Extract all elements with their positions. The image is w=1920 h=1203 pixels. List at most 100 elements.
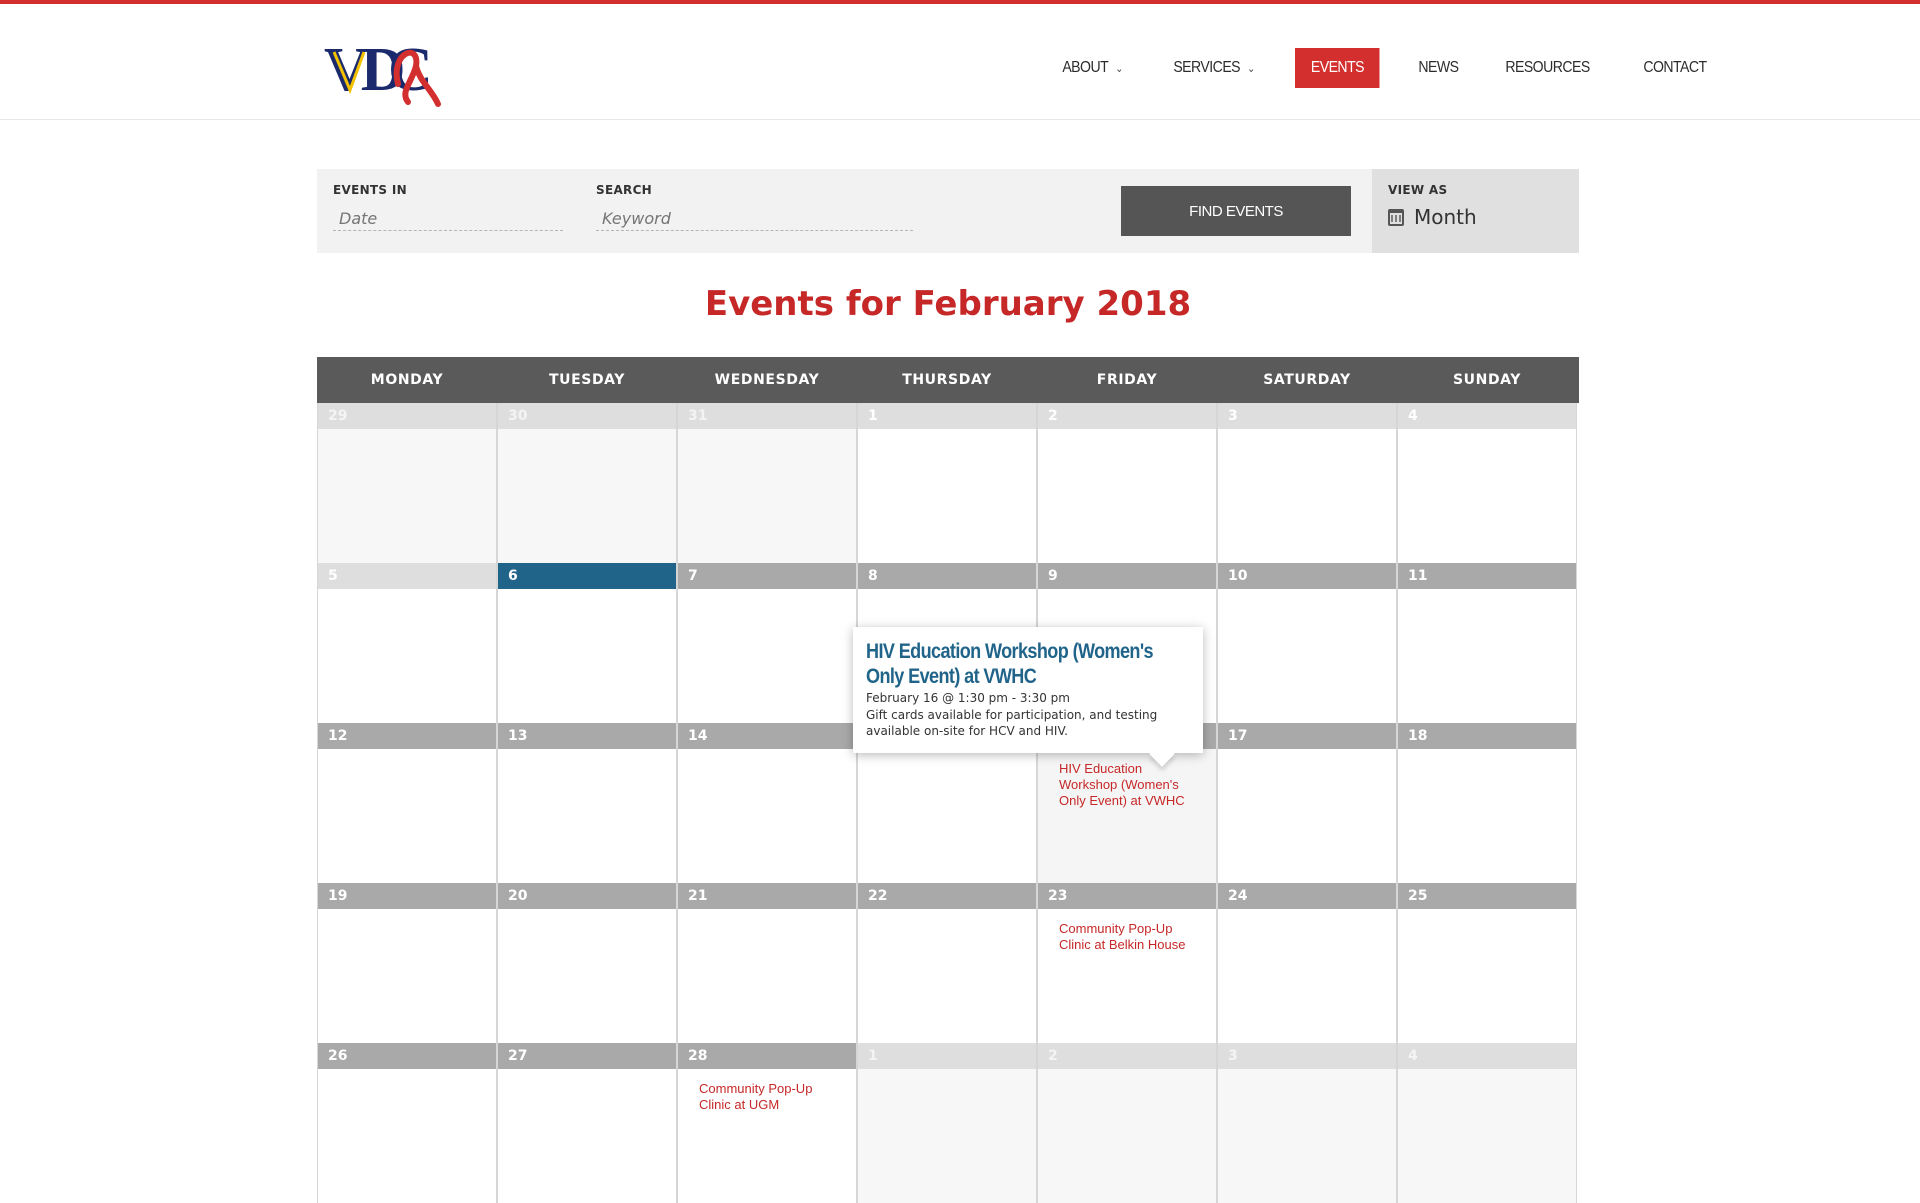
calendar-week-row: 19 20 21 22 23 Community Pop-Up Clinic at Bel… bbox=[317, 883, 1579, 1043]
calendar-day-cell[interactable]: 1 bbox=[857, 1043, 1037, 1203]
calendar-day-cell[interactable]: 13 bbox=[497, 723, 677, 883]
event-link[interactable]: Community Pop-Up Clinic at UGM bbox=[699, 1081, 836, 1113]
tooltip-event-description: Gift cards available for participation, … bbox=[866, 708, 1158, 738]
weekday-header: THURSDAY bbox=[902, 372, 992, 388]
calendar-day-cell[interactable]: 11 bbox=[1397, 563, 1577, 723]
calendar-day-cell[interactable]: 29 bbox=[317, 403, 497, 563]
day-number: 27 bbox=[498, 1043, 676, 1069]
day-number: 25 bbox=[1398, 883, 1576, 909]
calendar-day-cell[interactable]: 19 bbox=[317, 883, 497, 1043]
calendar-day-cell[interactable]: 7 bbox=[677, 563, 857, 723]
weekday-header: MONDAY bbox=[370, 372, 444, 388]
calendar-day-cell[interactable]: 31 bbox=[677, 403, 857, 563]
nav-item-events[interactable]: EVENTS bbox=[1295, 48, 1381, 88]
calendar-day-cell[interactable]: 1 bbox=[857, 403, 1037, 563]
calendar-day-cell[interactable]: 2 bbox=[1037, 1043, 1217, 1203]
tooltip-event-datetime: February 16 @ 1:30 pm - 3:30 pm bbox=[866, 691, 1070, 705]
weekday-header: WEDNESDAY bbox=[714, 372, 820, 388]
day-number: 22 bbox=[858, 883, 1036, 909]
nav-item-label: SERVICES bbox=[1173, 59, 1240, 76]
calendar-icon bbox=[1388, 208, 1404, 226]
day-number: 5 bbox=[318, 563, 496, 589]
day-number: 30 bbox=[498, 403, 676, 429]
nav-item-label: NEWS bbox=[1417, 59, 1459, 76]
site-logo[interactable]: VD C bbox=[320, 32, 450, 107]
weekday-header-row: MONDAY TUESDAY WEDNESDAY THURSDAY FRIDAY SATU… bbox=[317, 357, 1579, 403]
day-number: 26 bbox=[318, 1043, 496, 1069]
day-number: 21 bbox=[678, 883, 856, 909]
day-number: 3 bbox=[1218, 403, 1396, 429]
day-number: 20 bbox=[498, 883, 676, 909]
calendar-day-cell[interactable]: 27 bbox=[497, 1043, 677, 1203]
weekday-header: SATURDAY bbox=[1263, 372, 1351, 388]
calendar-day-cell[interactable]: 28 Community Pop-Up Clinic at UGM bbox=[677, 1043, 857, 1203]
nav-item-about[interactable]: ABOUT ⌄ bbox=[1050, 48, 1135, 88]
calendar-day-cell[interactable]: 4 bbox=[1397, 1043, 1577, 1203]
day-number: 6 bbox=[498, 563, 676, 589]
calendar-day-cell[interactable]: 23 Community Pop-Up Clinic at Belkin Hous… bbox=[1037, 883, 1217, 1043]
calendar-day-cell[interactable]: 12 bbox=[317, 723, 497, 883]
nav-item-resources[interactable]: RESOURCES bbox=[1493, 48, 1602, 88]
date-input[interactable] bbox=[333, 207, 563, 231]
nav-item-news[interactable]: NEWS bbox=[1406, 48, 1471, 88]
day-number: 1 bbox=[858, 403, 1036, 429]
find-events-button[interactable]: FIND EVENTS bbox=[1121, 186, 1351, 236]
calendar-day-cell[interactable]: 5 bbox=[317, 563, 497, 723]
nav-item-label: CONTACT bbox=[1643, 59, 1708, 76]
calendar-day-cell[interactable]: 18 bbox=[1397, 723, 1577, 883]
nav-item-services[interactable]: SERVICES ⌄ bbox=[1161, 48, 1267, 88]
keyword-filter: SEARCH bbox=[596, 183, 913, 231]
page-title: Events for February 2018 bbox=[704, 284, 1192, 324]
events-in-label: EVENTS IN bbox=[333, 183, 407, 197]
calendar-day-cell[interactable]: 21 bbox=[677, 883, 857, 1043]
day-number: 2 bbox=[1038, 1043, 1216, 1069]
weekday-header: SUNDAY bbox=[1452, 372, 1522, 388]
site-header: VD C ABOUT ⌄ SERVICES ⌄ EVENTS NEWS RESOURCES C… bbox=[0, 4, 1920, 120]
calendar-day-cell[interactable]: 24 bbox=[1217, 883, 1397, 1043]
day-number: 23 bbox=[1038, 883, 1216, 909]
day-number: 7 bbox=[678, 563, 856, 589]
calendar-day-cell[interactable]: 10 bbox=[1217, 563, 1397, 723]
calendar-day-cell[interactable]: 4 bbox=[1397, 403, 1577, 563]
day-number: 1 bbox=[858, 1043, 1036, 1069]
chevron-down-icon: ⌄ bbox=[1246, 62, 1255, 75]
event-link[interactable]: Community Pop-Up Clinic at Belkin House bbox=[1059, 921, 1196, 953]
nav-item-label: EVENTS bbox=[1311, 59, 1365, 76]
calendar-week-row: 26 27 28 Community Pop-Up Clinic at UGM 1 2 3 4 bbox=[317, 1043, 1579, 1203]
calendar-day-cell[interactable]: 6 bbox=[497, 563, 677, 723]
day-number: 10 bbox=[1218, 563, 1396, 589]
calendar-day-cell[interactable]: 30 bbox=[497, 403, 677, 563]
calendar-day-cell[interactable]: 25 bbox=[1397, 883, 1577, 1043]
calendar-day-cell[interactable]: 14 bbox=[677, 723, 857, 883]
nav-item-contact[interactable]: CONTACT bbox=[1631, 48, 1719, 88]
calendar-day-cell[interactable]: 20 bbox=[497, 883, 677, 1043]
view-as-label: VIEW AS bbox=[1388, 183, 1448, 197]
day-number: 12 bbox=[318, 723, 496, 749]
calendar-day-cell[interactable]: 26 bbox=[317, 1043, 497, 1203]
tooltip-event-title[interactable]: HIV Education Workshop (Women's Only Eve… bbox=[866, 639, 1193, 689]
event-link[interactable]: HIV Education Workshop (Women's Only Eve… bbox=[1059, 761, 1196, 809]
chevron-down-icon: ⌄ bbox=[1115, 62, 1123, 75]
calendar-day-cell[interactable]: 3 bbox=[1217, 403, 1397, 563]
day-number: 2 bbox=[1038, 403, 1216, 429]
day-number: 9 bbox=[1038, 563, 1216, 589]
keyword-input[interactable] bbox=[596, 207, 913, 231]
calendar-day-cell[interactable]: 3 bbox=[1217, 1043, 1397, 1203]
day-number: 3 bbox=[1218, 1043, 1396, 1069]
day-number: 18 bbox=[1398, 723, 1576, 749]
calendar-day-cell[interactable]: 2 bbox=[1037, 403, 1217, 563]
day-number: 4 bbox=[1398, 1043, 1576, 1069]
view-mode-dropdown[interactable]: Month bbox=[1388, 205, 1579, 229]
calendar-day-cell[interactable]: 22 bbox=[857, 883, 1037, 1043]
calendar-day-cell[interactable]: 17 bbox=[1217, 723, 1397, 883]
event-tooltip: HIV Education Workshop (Women's Only Eve… bbox=[853, 627, 1203, 753]
day-number: 17 bbox=[1218, 723, 1396, 749]
day-number: 24 bbox=[1218, 883, 1396, 909]
weekday-header: FRIDAY bbox=[1096, 372, 1158, 388]
day-number: 4 bbox=[1398, 403, 1576, 429]
month-calendar: MONDAY TUESDAY WEDNESDAY THURSDAY FRIDAY SATU… bbox=[317, 357, 1579, 1203]
date-filter: EVENTS IN bbox=[333, 183, 563, 231]
calendar-week-row: 29 30 31 1 2 3 4 bbox=[317, 403, 1579, 563]
day-number: 28 bbox=[678, 1043, 856, 1069]
view-as-selector: VIEW AS Month bbox=[1372, 169, 1579, 253]
